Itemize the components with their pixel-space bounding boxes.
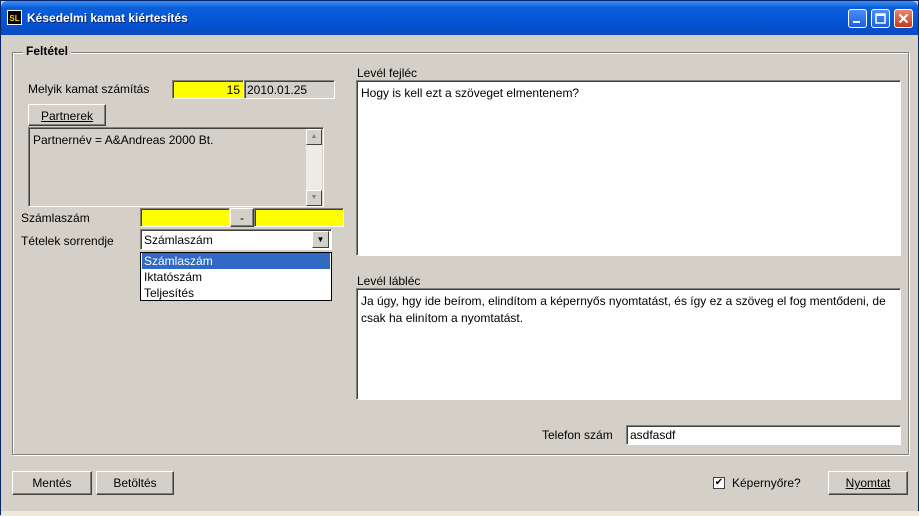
order-option[interactable]: Iktatószám xyxy=(142,269,330,285)
letter-footer-label: Levél lábléc xyxy=(357,274,421,288)
invoice-label: Számlaszám xyxy=(21,211,90,225)
screen-checkbox-label[interactable]: Képernyőre? xyxy=(732,476,801,490)
order-option[interactable]: Teljesítés xyxy=(142,285,330,301)
invoice-to-field[interactable] xyxy=(254,208,344,227)
main-window: SL Késedelmi kamat kiértesítés Feltétel … xyxy=(0,0,919,516)
print-button[interactable]: Nyomtat xyxy=(828,471,908,495)
app-icon[interactable]: SL xyxy=(7,10,22,25)
save-button-label: Mentés xyxy=(32,476,72,490)
invoice-separator: - xyxy=(230,208,254,227)
letter-header-textarea[interactable]: Hogy is kell ezt a szöveget elmentenem? xyxy=(356,80,901,256)
scroll-down-icon[interactable]: ▼ xyxy=(306,190,322,206)
scroll-up-icon[interactable]: ▲ xyxy=(306,129,322,145)
partners-button-label: Partnerek xyxy=(40,109,94,123)
interest-number-field[interactable]: 15 xyxy=(172,80,244,99)
letter-footer-textarea[interactable]: Ja úgy, hgy ide beírom, elindítom a képe… xyxy=(356,288,901,400)
partners-memo[interactable]: Partnernév = A&Andreas 2000 Bt. xyxy=(28,127,324,207)
load-button[interactable]: Betöltés xyxy=(96,471,174,495)
print-button-label: Nyomtat xyxy=(845,476,891,490)
title-bar[interactable]: SL Késedelmi kamat kiértesítés xyxy=(1,1,918,35)
letter-footer-text: Ja úgy, hgy ide beírom, elindítom a képe… xyxy=(361,294,886,325)
load-button-label: Betöltés xyxy=(113,476,157,490)
phone-field[interactable]: asdfasdf xyxy=(626,425,901,445)
partners-button[interactable]: Partnerek xyxy=(28,104,106,126)
chevron-down-icon[interactable]: ▼ xyxy=(312,231,329,248)
close-icon xyxy=(898,13,909,24)
letter-header-text: Hogy is kell ezt a szöveget elmentenem? xyxy=(361,86,580,100)
order-dropdown-list[interactable]: Számlaszám Iktatószám Teljesítés xyxy=(140,252,332,301)
maximize-icon xyxy=(875,13,886,24)
order-select[interactable]: Számlaszám xyxy=(140,229,332,250)
filter-group-label: Feltétel xyxy=(23,44,72,58)
minimize-icon xyxy=(853,21,860,23)
window-title: Késedelmi kamat kiértesítés xyxy=(27,11,188,25)
order-label: Tételek sorrendje xyxy=(21,234,114,248)
minimize-button[interactable] xyxy=(848,9,867,28)
interest-label: Melyik kamat számítás xyxy=(28,82,150,96)
maximize-button[interactable] xyxy=(871,9,890,28)
save-button[interactable]: Mentés xyxy=(12,471,92,495)
order-option[interactable]: Számlaszám xyxy=(142,253,330,269)
screen-checkbox[interactable]: ✔ xyxy=(713,477,725,489)
close-button[interactable] xyxy=(894,9,913,28)
phone-label: Telefon szám xyxy=(542,428,613,442)
letter-header-label: Levél fejléc xyxy=(357,66,418,80)
interest-date-field: 2010.01.25 xyxy=(244,80,335,99)
invoice-separator-text: - xyxy=(240,211,244,225)
invoice-from-field[interactable] xyxy=(140,208,230,227)
partners-memo-text: Partnernév = A&Andreas 2000 Bt. xyxy=(33,133,214,147)
partners-scrollbar[interactable]: ▲ ▼ xyxy=(305,129,322,206)
bottom-edge xyxy=(1,511,919,516)
